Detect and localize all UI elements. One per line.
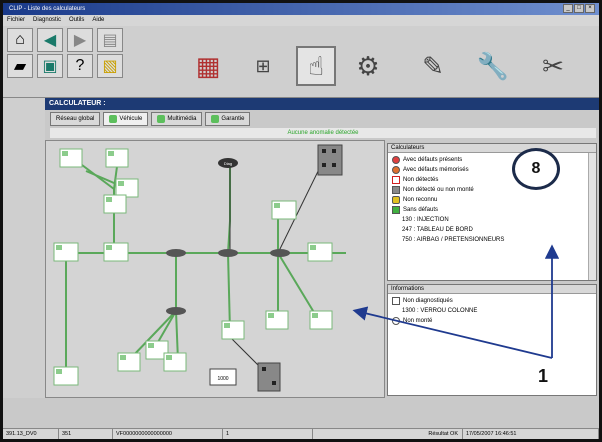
status-cell: 391.13_DV0 — [3, 429, 59, 439]
status-cell: 17/05/2007 16:46:51 — [463, 429, 599, 439]
status-bar: 391.13_DV0 351 VF0000000000000000 1 Résu… — [3, 428, 599, 439]
status-cell: Résultat OK — [313, 429, 463, 439]
callout-number: 1 — [538, 366, 549, 386]
status-cell: 351 — [59, 429, 113, 439]
annotation-arrows — [352, 244, 560, 359]
status-cell: 1 — [223, 429, 313, 439]
status-cell: VF0000000000000000 — [113, 429, 223, 439]
arrow-to-diagram — [352, 306, 553, 359]
